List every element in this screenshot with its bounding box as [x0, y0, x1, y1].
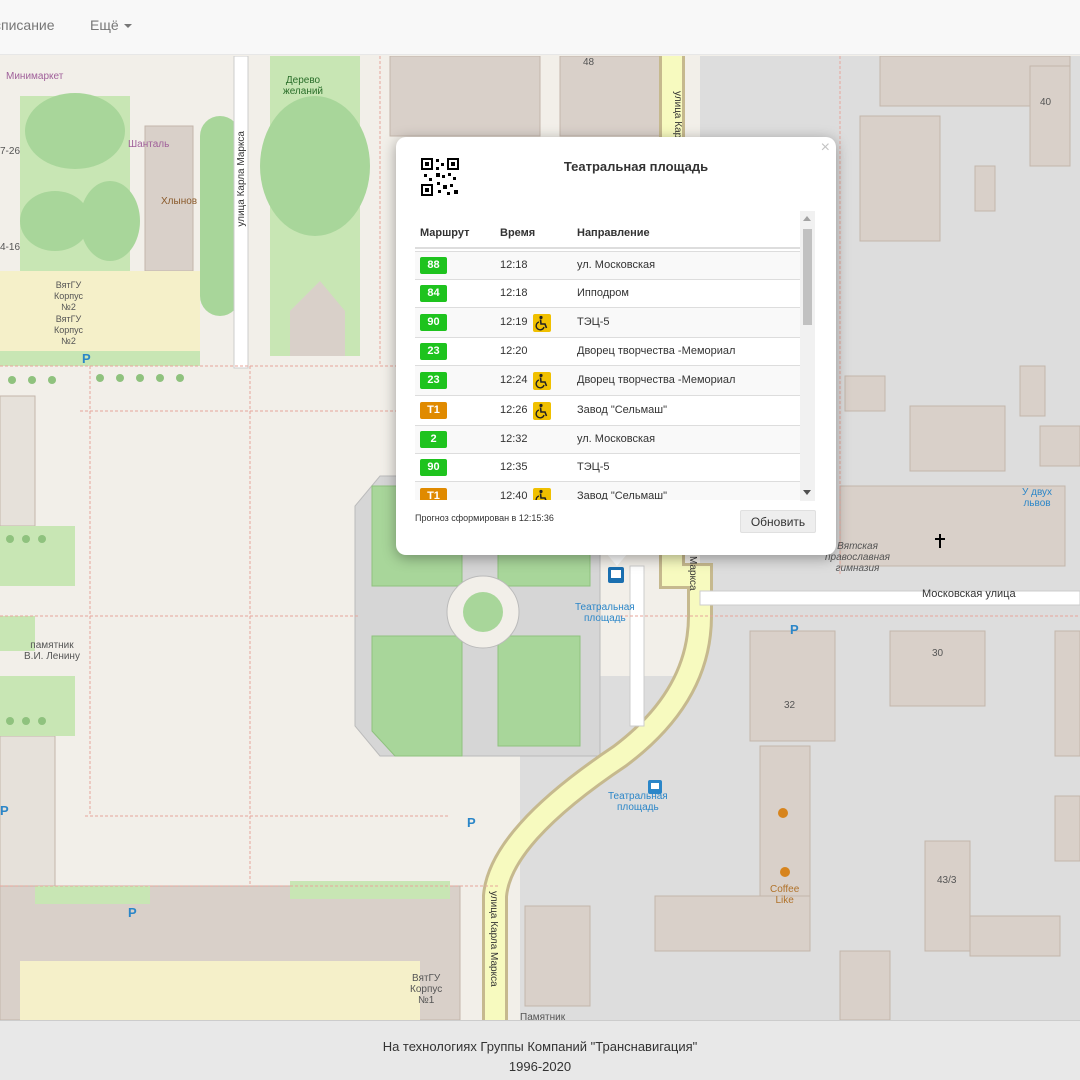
street-label-karl-marx-4: Маркса [687, 556, 698, 591]
direction: ТЭЦ-5 [577, 461, 610, 473]
nav-schedule-link[interactable]: списание [0, 17, 55, 33]
forecast-table[interactable]: Маршрут Время Направление 88 12:18 ул. Мос… [415, 216, 817, 500]
table-row: 23 12:20 Дворец творчества -Мемориал [415, 337, 800, 365]
table-row: 84 12:18 Ипподром [415, 279, 800, 307]
footer-years: 1996-2020 [508, 1059, 572, 1074]
route-badge[interactable]: 88 [420, 257, 447, 274]
arrival-time: 12:35 [500, 461, 528, 473]
close-icon[interactable]: × [821, 139, 830, 157]
caret-down-icon [123, 24, 132, 29]
house-number-43-3: 43/3 [937, 875, 957, 886]
direction: Дворец творчества -Мемориал [577, 345, 736, 357]
route-badge[interactable]: Т1 [420, 402, 447, 419]
footer: На технологиях Группы Компаний "Транснав… [0, 1020, 1080, 1080]
direction: ул. Московская [577, 259, 656, 271]
map-label-theatre-square-1: Театральная площадь [575, 602, 635, 624]
nav-more-label: Ещё [90, 17, 119, 33]
direction: ул. Московская [577, 433, 656, 445]
house-number-32: 32 [784, 700, 796, 711]
table-row: Т1 12:40 Завод "Сельмаш" [415, 481, 800, 500]
map-label-theatre-square-2: Театральная площадь [608, 791, 668, 813]
arrival-time: 12:18 [500, 287, 528, 299]
house-number-40: 40 [1040, 97, 1052, 108]
parking-icon: P [0, 803, 9, 818]
map-label-khlynov: Хлынов [161, 196, 198, 207]
map-label-minimarket: Минимаркет [6, 71, 64, 82]
table-header: Маршрут Время Направление [415, 216, 800, 249]
stop-forecast-popup: × Театральная площадь Маршрут Время Напр… [396, 137, 836, 555]
street-label-moskovskaya: Московская улица [922, 588, 1016, 600]
scroll-thumb[interactable] [803, 229, 812, 325]
direction: ТЭЦ-5 [577, 316, 610, 328]
top-navbar: списание Ещё [0, 0, 1080, 55]
direction: Ипподром [577, 287, 629, 299]
house-number-7-26: 7-26 [0, 146, 21, 157]
header-time: Время [500, 227, 536, 239]
table-scrollbar[interactable] [800, 211, 815, 501]
scroll-up-arrow-icon[interactable] [803, 216, 811, 221]
route-badge[interactable]: 23 [420, 372, 447, 389]
arrival-time: 12:32 [500, 433, 528, 445]
stop-title: Театральная площадь [563, 159, 709, 174]
arrival-time: 12:24 [500, 374, 528, 386]
table-row: 2 12:32 ул. Московская [415, 425, 800, 453]
refresh-button[interactable]: Обновить [740, 510, 816, 533]
parking-icon: P [82, 351, 91, 366]
route-badge[interactable]: 2 [420, 431, 447, 448]
table-row: 90 12:19 ТЭЦ-5 [415, 307, 800, 337]
parking-icon: P [790, 622, 799, 637]
scroll-down-arrow-icon[interactable] [803, 490, 811, 495]
map-label-vyatgu1: ВятГУ Корпус №1 [410, 973, 443, 1006]
header-route: Маршрут [420, 227, 470, 239]
street-label-karl-marx-1: улица Карла Маркса [236, 131, 247, 227]
map-label-monument: Памятник [520, 1012, 566, 1020]
arrival-time: 12:26 [500, 404, 528, 416]
arrival-time: 12:18 [500, 259, 528, 271]
map-label-u-dvuh-lvov: У двух львов [1022, 487, 1053, 509]
wheelchair-icon [533, 402, 551, 420]
wheelchair-icon [533, 488, 551, 500]
map-label-vyatgu2b: ВятГУ Корпус №2 [54, 314, 84, 346]
arrival-time: 12:20 [500, 345, 528, 357]
route-badge[interactable]: 23 [420, 343, 447, 360]
house-number-48: 48 [583, 57, 595, 68]
route-badge[interactable]: 90 [420, 459, 447, 476]
table-row: 88 12:18 ул. Московская [415, 251, 800, 279]
table-row: 90 12:35 ТЭЦ-5 [415, 453, 800, 481]
header-direction: Направление [577, 227, 650, 239]
footer-credits: На технологиях Группы Компаний "Транснав… [382, 1039, 698, 1054]
wheelchair-icon [533, 372, 551, 390]
parking-icon: P [467, 815, 476, 830]
house-number-30: 30 [932, 648, 944, 659]
direction: Завод "Сельмаш" [577, 404, 667, 416]
route-badge[interactable]: 90 [420, 314, 447, 331]
map-label-shantal: Шанталь [128, 139, 170, 150]
route-badge[interactable]: 84 [420, 285, 447, 302]
table-row: 23 12:24 Дворец творчества -Мемориал [415, 365, 800, 395]
map-label-coffee-like: Coffee Like [770, 884, 800, 906]
table-row: Т1 12:26 Завод "Сельмаш" [415, 395, 800, 425]
forecast-timestamp: Прогноз сформирован в 12:15:36 [415, 513, 554, 523]
map-label-vyatgu2a: ВятГУ Корпус №2 [54, 280, 84, 312]
direction: Завод "Сельмаш" [577, 490, 667, 500]
qr-code-icon [420, 157, 460, 197]
arrival-time: 12:19 [500, 316, 528, 328]
map-label-tree: Дерево желаний [283, 75, 324, 97]
wheelchair-icon [533, 314, 551, 332]
parking-icon: P [128, 905, 137, 920]
house-number-4-16: 4-16 [0, 242, 21, 253]
arrival-time: 12:40 [500, 490, 528, 500]
nav-more-dropdown[interactable]: Ещё [90, 17, 132, 33]
direction: Дворец творчества -Мемориал [577, 374, 736, 386]
street-label-karl-marx-3: улица Карла Маркса [488, 891, 499, 987]
route-badge[interactable]: Т1 [420, 488, 447, 500]
map-label-lenin-monument: памятник В.И. Ленину [24, 640, 80, 662]
